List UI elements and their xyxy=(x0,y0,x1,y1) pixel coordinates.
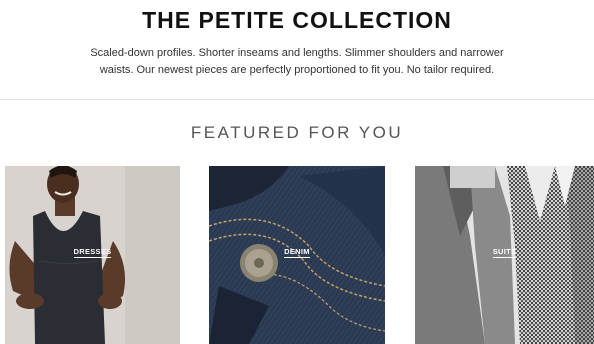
description-line: Scaled-down profiles. Shorter inseams an… xyxy=(90,47,504,59)
tile-label-dresses[interactable]: DRESSES xyxy=(5,247,180,258)
category-tile-suits[interactable]: SUITS xyxy=(415,166,594,344)
tile-label-suits[interactable]: SUITS xyxy=(415,247,594,258)
category-tile-dresses[interactable]: DRESSES xyxy=(5,166,180,344)
collection-description: Scaled-down profiles. Shorter inseams an… xyxy=(0,45,594,79)
description-line: waists. Our newest pieces are perfectly … xyxy=(99,64,495,76)
category-tile-denim[interactable]: DENIM xyxy=(209,166,385,344)
tile-label-denim[interactable]: DENIM xyxy=(209,247,385,258)
featured-heading: FEATURED FOR YOU xyxy=(190,123,404,142)
section-divider xyxy=(0,99,594,100)
page-title: THE PETITE COLLECTION xyxy=(142,7,452,33)
